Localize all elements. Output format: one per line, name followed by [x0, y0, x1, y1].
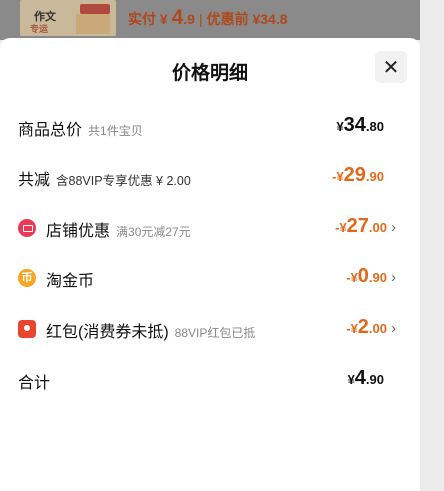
shop-discount-rule: 满30元减27元: [116, 225, 191, 239]
grand-total-label: 合计: [18, 375, 51, 392]
total-discount-int: 29: [343, 164, 366, 186]
product-summary-strip: 作文 专运 实付 ¥ 4.9 | 优惠前 ¥34.8: [0, 0, 420, 40]
shop-discount-currency: -¥: [335, 220, 347, 235]
taojinbi-row[interactable]: 币 淘金币 -¥0.90 ›: [18, 265, 396, 291]
goods-total-label: 商品总价 共1件宝贝: [18, 116, 143, 140]
goods-total-title: 商品总价: [18, 122, 83, 139]
product-thumbnail: 作文 专运: [20, 0, 116, 36]
red-packet-icon: [18, 320, 36, 338]
red-packet-int: 2: [357, 316, 369, 338]
grand-total-currency: ¥: [347, 372, 355, 387]
sheet-title: 价格明细: [171, 63, 248, 84]
goods-total-int: 34: [343, 114, 366, 136]
close-button[interactable]: ✕: [375, 51, 407, 83]
taojinbi-amount: -¥0.90 ›: [346, 265, 396, 288]
shop-discount-label: 店铺优惠 满30元减27元: [46, 217, 191, 241]
paid-price-dec: .9: [183, 11, 195, 27]
original-price: 优惠前 ¥34.8: [206, 11, 288, 27]
price-separator: |: [198, 11, 203, 27]
goods-total-amount: ¥34.80: [336, 114, 384, 137]
thumbnail-subtitle: 专运: [30, 24, 49, 34]
grand-total-row: 合计 ¥4.90: [18, 367, 396, 393]
taojinbi-int: 0: [357, 265, 369, 287]
taojinbi-dec: .90: [368, 270, 387, 285]
shop-discount-dec: .00: [368, 220, 387, 235]
background-side: [420, 0, 444, 491]
goods-total-row: 商品总价 共1件宝贝 ¥34.80: [18, 114, 396, 140]
total-discount-amount: -¥29.90: [332, 164, 384, 187]
chevron-right-icon: ›: [391, 320, 396, 337]
goods-total-dec: .80: [365, 119, 384, 134]
taojinbi-currency: -¥: [346, 270, 358, 285]
red-packet-title: 红包(消费券未抵): [46, 324, 169, 341]
goods-total-count: 共1件宝贝: [88, 124, 143, 138]
total-discount-note: 含88VIP专享优惠 ¥ 2.00: [56, 174, 191, 188]
chevron-right-icon: ›: [391, 269, 396, 286]
coin-icon: 币: [18, 269, 36, 287]
total-discount-row: 共减 含88VIP专享优惠 ¥ 2.00 -¥29.90: [18, 164, 396, 190]
taojinbi-label: 淘金币: [46, 273, 95, 290]
red-packet-dec: .00: [368, 321, 387, 336]
thumbnail-badge: [80, 4, 110, 14]
goods-total-currency: ¥: [336, 119, 344, 134]
total-discount-dec: .90: [365, 169, 384, 184]
red-packet-currency: -¥: [346, 321, 358, 336]
shop-discount-amount: -¥27.00 ›: [335, 215, 396, 238]
total-discount-currency: -¥: [332, 169, 344, 184]
shop-discount-row[interactable]: 店铺优惠 满30元减27元 -¥27.00 ›: [18, 215, 396, 241]
paid-price-line: 实付 ¥ 4.9 | 优惠前 ¥34.8: [128, 6, 288, 30]
shop-discount-int: 27: [346, 215, 369, 237]
red-packet-label: 红包(消费券未抵) 88VIP红包已抵: [46, 318, 255, 342]
red-packet-row[interactable]: 红包(消费券未抵) 88VIP红包已抵 -¥2.00 ›: [18, 316, 396, 342]
grand-total-dec: .90: [365, 372, 384, 387]
chevron-right-icon: ›: [391, 219, 396, 236]
grand-total-int: 4: [354, 367, 366, 389]
paid-price-prefix: 实付 ¥: [128, 11, 172, 27]
red-packet-note: 88VIP红包已抵: [174, 326, 256, 340]
total-discount-label: 共减 含88VIP专享优惠 ¥ 2.00: [18, 166, 191, 190]
thumbnail-book: [76, 14, 110, 34]
shop-discount-title: 店铺优惠: [46, 223, 111, 240]
price-detail-sheet: 价格明细 ✕ 商品总价 共1件宝贝 ¥34.80 共减 含88VIP专享优惠 ¥ 2…: [0, 38, 420, 491]
shop-icon: [18, 219, 36, 237]
grand-total-amount: ¥4.90: [348, 367, 384, 390]
paid-price-int: 4: [171, 6, 184, 29]
red-packet-amount: -¥2.00 ›: [346, 316, 396, 339]
close-icon: ✕: [382, 56, 400, 79]
total-discount-title: 共减: [18, 172, 51, 189]
